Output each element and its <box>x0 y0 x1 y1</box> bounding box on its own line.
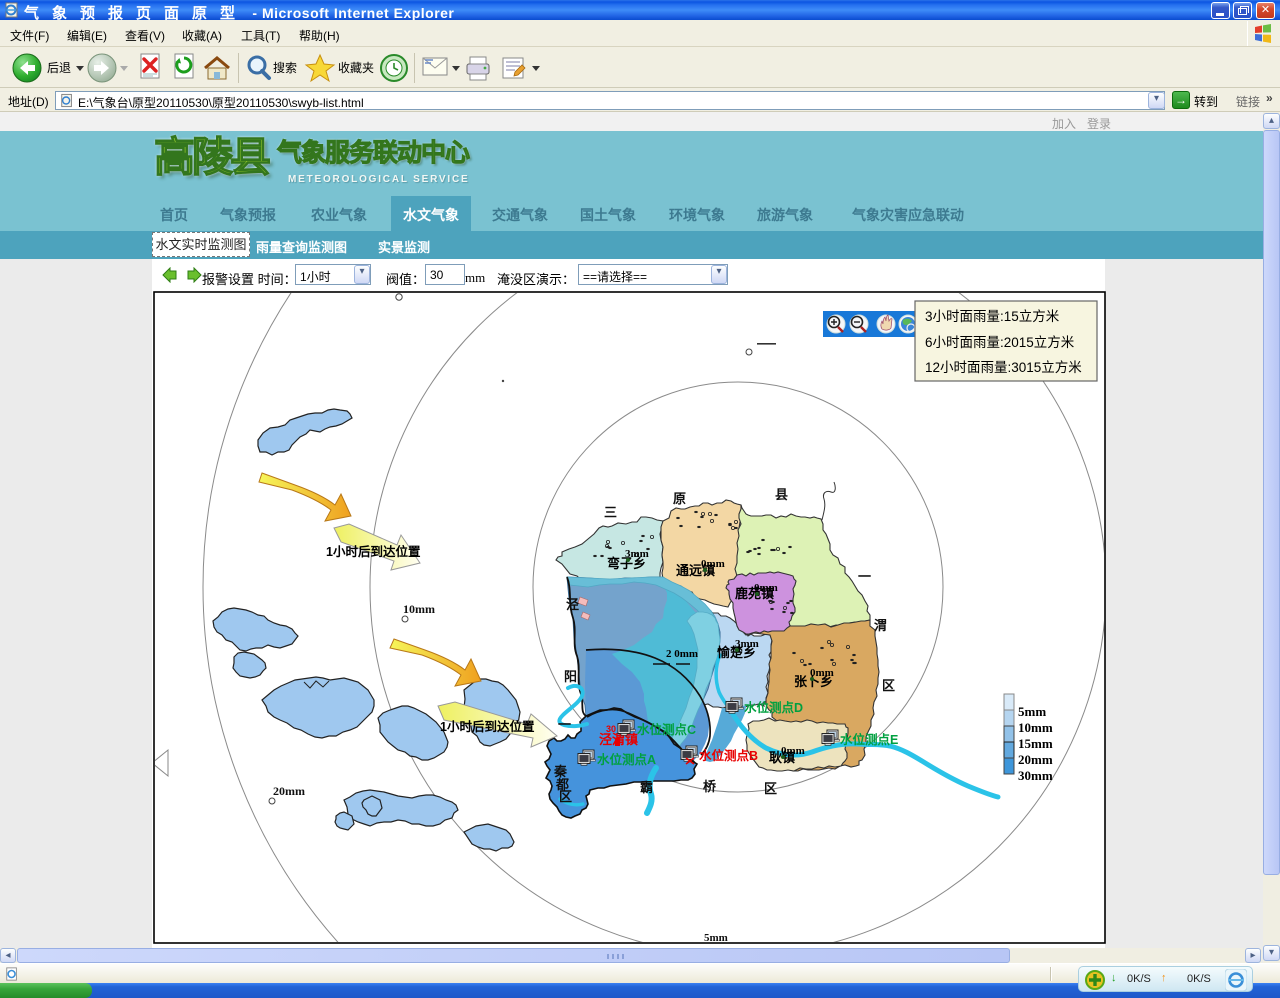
svg-text:水位测点B: 水位测点B <box>699 748 758 763</box>
svg-text:渭: 渭 <box>874 618 887 633</box>
svg-text:10mm: 10mm <box>403 602 435 616</box>
svg-text:霸: 霸 <box>640 780 653 795</box>
svg-text:3小时面雨量:15立方米: 3小时面雨量:15立方米 <box>925 309 1060 324</box>
svg-text:区: 区 <box>764 781 777 796</box>
svg-text:桥: 桥 <box>703 779 717 794</box>
svg-text:县: 县 <box>775 487 788 502</box>
svg-text:水位测点D: 水位测点D <box>744 700 803 715</box>
svg-text:30: 30 <box>606 724 616 734</box>
svg-text:三: 三 <box>604 505 617 520</box>
svg-text:一: 一 <box>558 717 571 732</box>
svg-text:原: 原 <box>673 491 686 506</box>
svg-text:12小时面雨量:3015立方米: 12小时面雨量:3015立方米 <box>925 360 1082 375</box>
svg-text:15mm: 15mm <box>1018 736 1053 751</box>
svg-text:20mm: 20mm <box>1018 752 1053 767</box>
svg-text:3mm: 3mm <box>735 638 759 650</box>
svg-text:水位测点C: 水位测点C <box>637 722 696 737</box>
svg-text:水位测点A: 水位测点A <box>597 752 656 767</box>
svg-text:0mm: 0mm <box>781 745 805 757</box>
svg-text:2 0mm: 2 0mm <box>666 648 698 660</box>
svg-text:5mm: 5mm <box>1018 704 1046 719</box>
svg-text:区: 区 <box>559 789 572 804</box>
svg-text:水位测点E: 水位测点E <box>840 732 898 747</box>
svg-text:1小时后到达位置: 1小时后到达位置 <box>440 719 535 734</box>
svg-text:区: 区 <box>882 678 895 693</box>
svg-text:一: 一 <box>858 569 871 584</box>
svg-text:6小时面雨量:2015立方米: 6小时面雨量:2015立方米 <box>925 335 1075 350</box>
svg-text:1小时后到达位置: 1小时后到达位置 <box>326 544 421 559</box>
svg-text:10mm: 10mm <box>1018 720 1053 735</box>
svg-text:0mm: 0mm <box>810 667 834 679</box>
svg-text:阳: 阳 <box>564 669 577 684</box>
svg-text:泾: 泾 <box>566 597 579 612</box>
svg-text:30mm: 30mm <box>1018 768 1053 783</box>
svg-text:20mm: 20mm <box>273 784 305 798</box>
